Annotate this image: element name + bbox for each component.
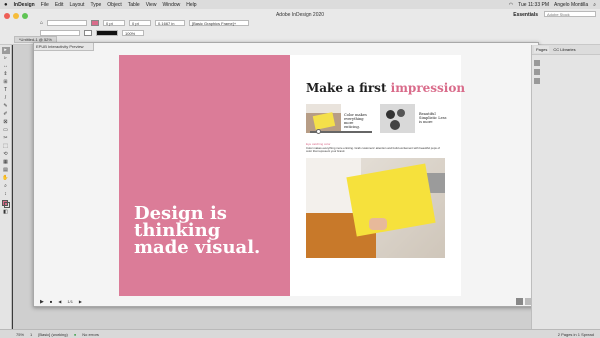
swap-fill-stroke-icon[interactable]: ↕	[2, 191, 10, 198]
stroke-swatch[interactable]	[84, 30, 92, 36]
hero-headline: Design is thinking made visual.	[134, 205, 289, 258]
user-name[interactable]: Angelo Montilla	[554, 2, 588, 8]
menu-layout[interactable]: Layout	[69, 2, 84, 8]
page-title: Make a first impression	[306, 81, 465, 95]
caption-simplicity: Beautiful Simplistic Less is more	[419, 112, 447, 124]
object-circle	[397, 109, 405, 117]
menu-file[interactable]: File	[41, 2, 49, 8]
panel-tabs: Pages CC Libraries	[532, 45, 600, 55]
left-page: Design is thinking made visual.	[119, 55, 290, 296]
gap-tool-icon[interactable]: ⇕	[2, 71, 10, 78]
objects-thumbnail[interactable]	[380, 104, 415, 133]
fill-stroke-icon[interactable]	[1, 200, 10, 208]
selection-tool-icon[interactable]: ▸	[1, 47, 10, 54]
hero-photo	[306, 158, 445, 258]
type-tool-icon[interactable]: T	[2, 87, 10, 94]
clear-icon[interactable]: ■	[50, 299, 52, 304]
line-tool-icon[interactable]: /	[2, 95, 10, 102]
note-tool-icon[interactable]: ▤	[2, 167, 10, 174]
thumbnail-shirt	[306, 104, 341, 113]
preflight-status[interactable]: No errors	[82, 332, 99, 337]
x-offset-field[interactable]: 0 pt	[129, 20, 152, 26]
page-tool-icon[interactable]: ↔	[2, 63, 10, 70]
next-page-icon[interactable]: ▶	[79, 299, 82, 304]
image-slider-handle[interactable]	[316, 129, 321, 134]
opacity-field[interactable]: 100%	[122, 30, 144, 36]
app-title: Adobe InDesign 2020	[275, 12, 325, 18]
caption-color: Color makes everything more enticing.	[344, 113, 367, 129]
menu-bar: ● InDesign File Edit Layout Type Object …	[0, 0, 600, 9]
menu-type[interactable]: Type	[90, 2, 101, 8]
hero-line-3: made visual.	[134, 237, 261, 258]
workspace-switcher[interactable]: Essentials	[513, 12, 538, 18]
stroke-color-icon[interactable]	[3, 202, 10, 208]
rectangle-tool-icon[interactable]: ▭	[2, 127, 10, 134]
panel-icon-strip	[532, 57, 542, 117]
stock-search-input[interactable]	[544, 11, 596, 17]
right-page: Make a first impression Color makes ever…	[290, 55, 465, 296]
magazine-thumbnail[interactable]	[306, 104, 341, 133]
links-panel-icon[interactable]	[534, 78, 540, 84]
tab-pages[interactable]: Pages	[534, 46, 550, 53]
right-panel-dock: Pages CC Libraries	[531, 45, 600, 329]
page-title-accent: impression	[390, 81, 466, 95]
preview-tab[interactable]: EPUB Interactivity Preview	[34, 43, 94, 51]
object-circle	[390, 120, 400, 130]
rectangle-frame-tool-icon[interactable]: ⊠	[2, 119, 10, 126]
zoom-level[interactable]: 75%	[16, 332, 24, 337]
clock[interactable]: Tue 11:33 PM	[518, 2, 549, 8]
control-row-top: ⌂ 0 pt 0 pt 0.1667 in [Basic Graphics Fr…	[40, 20, 250, 26]
preflight-profile[interactable]: [Basic] (working)	[38, 332, 68, 337]
thumbnail-yellow-page	[312, 112, 336, 130]
scissors-tool-icon[interactable]: ✂	[2, 135, 10, 142]
menu-edit[interactable]: Edit	[55, 2, 64, 8]
direct-selection-tool-icon[interactable]: ▹	[2, 55, 10, 62]
menu-table[interactable]: Table	[128, 2, 140, 8]
epub-preview-window: EPUB Interactivity Preview ≡ Design is t…	[33, 42, 539, 307]
menu-window[interactable]: Window	[162, 2, 180, 8]
content-collector-icon[interactable]: ⊞	[2, 79, 10, 86]
preflight-status-icon: ●	[73, 331, 77, 337]
free-transform-tool-icon[interactable]: ⬚	[2, 143, 10, 150]
spread-count: 2 Pages in 1 Spread	[557, 331, 594, 337]
rotate-tool-icon[interactable]: ⟲	[2, 151, 10, 158]
photo-hand	[369, 218, 387, 230]
layers-panel-icon[interactable]	[534, 69, 540, 75]
hand-tool-icon[interactable]: ✋	[2, 175, 10, 182]
pen-tool-icon[interactable]: ✎	[2, 103, 10, 110]
preview-selection-icon[interactable]	[516, 298, 523, 305]
apple-icon[interactable]: ●	[4, 2, 8, 8]
pencil-tool-icon[interactable]: ✐	[2, 111, 10, 118]
preview-controls: ▶ ■ ◀ 1/1 ▶	[34, 296, 538, 307]
home-icon[interactable]: ⌂	[40, 20, 43, 26]
screen-mode-icon[interactable]: ◧	[2, 209, 10, 216]
preview-page-indicator: 1/1	[67, 299, 73, 304]
preview-mode-buttons	[516, 298, 532, 305]
page-title-plain: Make a first	[306, 81, 391, 95]
fill-swatch[interactable]	[91, 20, 100, 26]
wifi-icon[interactable]: ◠	[509, 2, 513, 8]
object-circle	[386, 110, 395, 119]
status-bar: 75% 1 [Basic] (working) ● No errors 2 Pa…	[0, 329, 600, 338]
body-text: Color makes everything more enticing. Gr…	[306, 146, 440, 154]
tools-panel: ▸ ▹ ↔ ⇕ ⊞ T / ✎ ✐ ⊠ ▭ ✂ ⬚ ⟲ ▦ ▤ ✋ ⌕ ↕ ◧	[0, 45, 12, 329]
control-bar: Adobe InDesign 2020 ⌂ 0 pt 0 pt 0.1667 i…	[0, 9, 600, 45]
menu-object[interactable]: Object	[107, 2, 121, 8]
play-icon[interactable]: ▶	[40, 299, 44, 305]
menu-help[interactable]: Help	[186, 2, 196, 8]
menu-view[interactable]: View	[146, 2, 157, 8]
gradient-tool-icon[interactable]: ▦	[2, 159, 10, 166]
stroke-weight-field[interactable]: 0 pt	[103, 20, 126, 26]
stroke-type-select[interactable]	[96, 30, 118, 36]
previous-page-icon[interactable]: ◀	[58, 299, 61, 304]
zoom-tool-icon[interactable]: ⌕	[2, 183, 10, 190]
size-field[interactable]: 0.1667 in	[155, 20, 186, 26]
object-style-select[interactable]: [Basic Graphics Frame]+	[189, 20, 250, 26]
tab-cc-libraries[interactable]: CC Libraries	[551, 46, 577, 53]
page-number[interactable]: 1	[30, 332, 32, 337]
reference-point-field[interactable]	[47, 20, 88, 26]
search-icon[interactable]: ⌕	[593, 2, 596, 8]
menu-app-name[interactable]: InDesign	[14, 2, 35, 8]
pages-panel-icon[interactable]	[534, 60, 540, 66]
